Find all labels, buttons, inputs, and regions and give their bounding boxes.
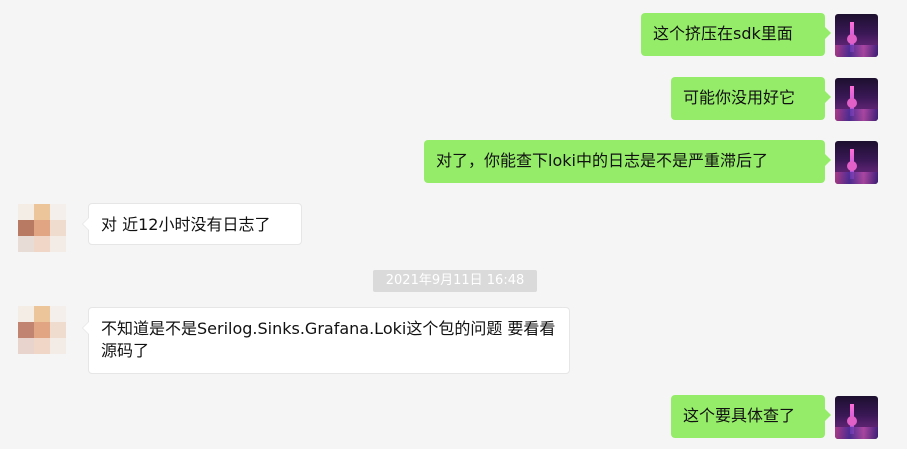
- self-avatar[interactable]: [835, 396, 878, 439]
- avatar-city-shape: [835, 427, 878, 439]
- message-bubble-outgoing[interactable]: 对了，你能查下loki中的日志是不是严重滞后了: [424, 140, 831, 183]
- timestamp-divider: 2021年9月11日 16:48: [373, 270, 537, 292]
- contact-avatar[interactable]: [18, 204, 66, 252]
- avatar-orb-shape: [847, 98, 857, 108]
- self-avatar[interactable]: [835, 78, 878, 121]
- avatar-orb-shape: [847, 416, 857, 426]
- avatar-city-shape: [835, 45, 878, 57]
- message-bubble-outgoing[interactable]: 这个要具体查了: [671, 395, 831, 438]
- message-bubble-incoming[interactable]: 对 近12小时没有日志了: [82, 203, 302, 245]
- avatar-city-shape: [835, 172, 878, 184]
- self-avatar[interactable]: [835, 141, 878, 184]
- contact-avatar[interactable]: [18, 306, 66, 354]
- avatar-orb-shape: [847, 161, 857, 171]
- message-bubble-outgoing[interactable]: 可能你没用好它: [671, 77, 831, 120]
- avatar-orb-shape: [847, 34, 857, 44]
- message-bubble-incoming[interactable]: 不知道是不是Serilog.Sinks.Grafana.Loki这个包的问题 要…: [82, 307, 570, 374]
- self-avatar[interactable]: [835, 14, 878, 57]
- avatar-city-shape: [835, 109, 878, 121]
- message-bubble-outgoing[interactable]: 这个挤压在sdk里面: [641, 13, 831, 56]
